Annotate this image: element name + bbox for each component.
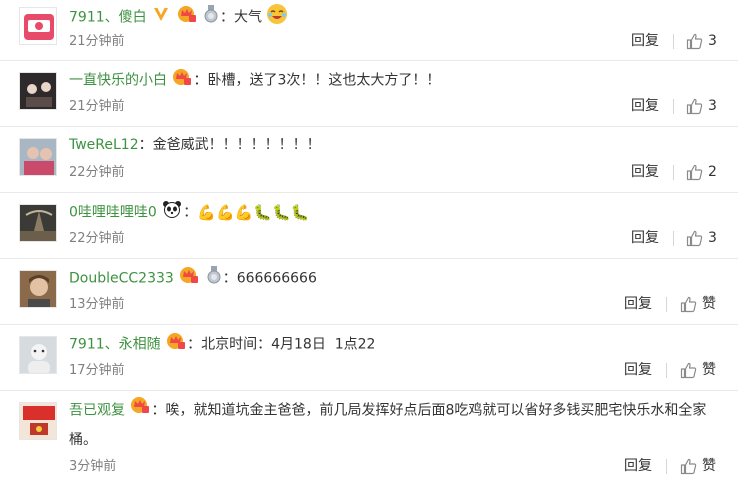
action-divider — [673, 34, 674, 49]
like-button[interactable]: 3 — [686, 229, 717, 247]
comment-time: 13分钟前 — [69, 297, 125, 312]
comment-username[interactable]: 吾已观复 — [69, 403, 125, 419]
thumbs-up-icon — [680, 296, 697, 312]
reply-button[interactable]: 回复 — [631, 97, 659, 115]
like-count: 2 — [708, 164, 717, 180]
like-count: 3 — [708, 98, 717, 114]
avatar[interactable] — [19, 138, 57, 176]
member-crown-icon — [177, 5, 197, 30]
avatar-image — [20, 8, 56, 44]
reply-button[interactable]: 回复 — [624, 457, 652, 475]
thumbs-up-icon — [680, 458, 697, 474]
comment-separator: ： — [187, 336, 202, 353]
comment-text: 北京时间：4月18日 1点22 — [201, 336, 376, 353]
comment-separator: ： — [222, 270, 237, 287]
comment-text: 唉，就知道坑金主爸爸，前几局发挥好点后面8吃鸡就可以省好多钱买肥宅快乐水和全家桶… — [69, 402, 707, 448]
thumbs-up-icon — [686, 33, 703, 49]
comment-text: 大气 — [234, 9, 262, 26]
avatar-image — [20, 139, 56, 175]
like-label: 赞 — [702, 458, 716, 474]
like-button[interactable]: 2 — [686, 163, 717, 181]
member-crown-icon — [172, 68, 192, 93]
thumbs-up-icon — [680, 362, 697, 378]
action-divider — [666, 297, 667, 312]
comment-username[interactable]: 7911、傻白 — [69, 10, 147, 26]
comment-username[interactable]: 一直快乐的小白 — [69, 73, 167, 89]
comment-separator: ： — [220, 9, 234, 26]
medal-icon — [206, 266, 222, 291]
thumbs-up-icon — [686, 164, 703, 180]
avatar-image — [20, 73, 56, 109]
action-divider — [673, 99, 674, 114]
like-label: 赞 — [702, 362, 716, 378]
comment-time: 22分钟前 — [69, 231, 125, 246]
like-label: 赞 — [702, 296, 716, 312]
reply-button[interactable]: 回复 — [624, 295, 652, 313]
comment-text: 金爸威武！！！！！！！！ — [152, 137, 321, 153]
reply-button[interactable]: 回复 — [631, 32, 659, 50]
comment-separator: ： — [138, 137, 153, 153]
comment-list: 7911、傻白 ：大气 21分钟前 回复 3 一直快乐的小白 ：卧槽，送了3次！… — [0, 0, 738, 486]
action-divider — [666, 363, 667, 378]
comment-separator: ： — [151, 402, 166, 419]
avatar-image — [20, 205, 56, 241]
avatar[interactable] — [19, 7, 57, 45]
comment-item: 7911、永相随 ：北京时间：4月18日 1点22 17分钟前 回复 赞 — [0, 325, 738, 391]
vip-v-icon — [152, 5, 170, 30]
reply-button[interactable]: 回复 — [624, 361, 652, 379]
avatar[interactable] — [19, 402, 57, 440]
thumbs-up-icon — [686, 98, 703, 114]
avatar[interactable] — [19, 270, 57, 308]
like-button[interactable]: 3 — [686, 97, 717, 115]
thumbs-up-icon — [686, 230, 703, 246]
like-count: 3 — [708, 230, 717, 246]
comment-item: DoubleCC2333 ：666666666 13分钟前 回复 赞 — [0, 259, 738, 325]
laugh-emoji-icon — [266, 3, 288, 32]
avatar-image — [20, 271, 56, 307]
avatar[interactable] — [19, 72, 57, 110]
comment-text: 卧槽，送了3次！！这也太大方了！！ — [207, 72, 441, 89]
avatar-image — [20, 403, 56, 439]
comment-time: 3分钟前 — [69, 459, 117, 474]
comment-item: 吾已观复 ：唉，就知道坑金主爸爸，前几局发挥好点后面8吃鸡就可以省好多钱买肥宅快… — [0, 391, 738, 486]
comment-item: 0哇哩哇哩哇0 ：💪💪💪🐛🐛🐛 22分钟前 回复 3 — [0, 193, 738, 259]
action-divider — [673, 165, 674, 180]
comment-separator: ： — [193, 72, 208, 89]
action-divider — [666, 459, 667, 474]
medal-icon — [203, 5, 219, 30]
comment-username[interactable]: DoubleCC2333 — [69, 271, 174, 287]
comment-time: 21分钟前 — [69, 99, 125, 114]
avatar[interactable] — [19, 204, 57, 242]
reply-button[interactable]: 回复 — [631, 229, 659, 247]
comment-username[interactable]: 7911、永相随 — [69, 337, 161, 353]
comment-separator: ： — [183, 204, 198, 221]
comment-time: 22分钟前 — [69, 165, 125, 180]
comment-item: TweReL12：金爸威武！！！！！！！！ 22分钟前 回复 2 — [0, 127, 738, 193]
comment-username[interactable]: 0哇哩哇哩哇0 — [69, 205, 157, 221]
avatar[interactable] — [19, 336, 57, 374]
like-button[interactable]: 赞 — [680, 295, 716, 313]
like-button[interactable]: 赞 — [680, 457, 716, 475]
avatar-image — [20, 337, 56, 373]
like-count: 3 — [708, 33, 717, 49]
comment-item: 一直快乐的小白 ：卧槽，送了3次！！这也太大方了！！ 21分钟前 回复 3 — [0, 61, 738, 127]
reply-button[interactable]: 回复 — [631, 163, 659, 181]
comment-time: 17分钟前 — [69, 363, 125, 378]
panda-icon — [162, 200, 182, 225]
comment-username[interactable]: TweReL12 — [69, 137, 139, 153]
like-button[interactable]: 赞 — [680, 361, 716, 379]
comment-time: 21分钟前 — [69, 34, 125, 49]
member-crown-icon — [130, 396, 150, 425]
member-crown-icon — [179, 266, 199, 291]
action-divider — [673, 231, 674, 246]
comment-text: 666666666 — [236, 270, 317, 287]
like-button[interactable]: 3 — [686, 32, 717, 50]
comment-emoji-text: 💪💪💪🐛🐛🐛 — [197, 203, 310, 222]
member-crown-icon — [166, 332, 186, 357]
comment-item: 7911、傻白 ：大气 21分钟前 回复 3 — [0, 0, 738, 61]
